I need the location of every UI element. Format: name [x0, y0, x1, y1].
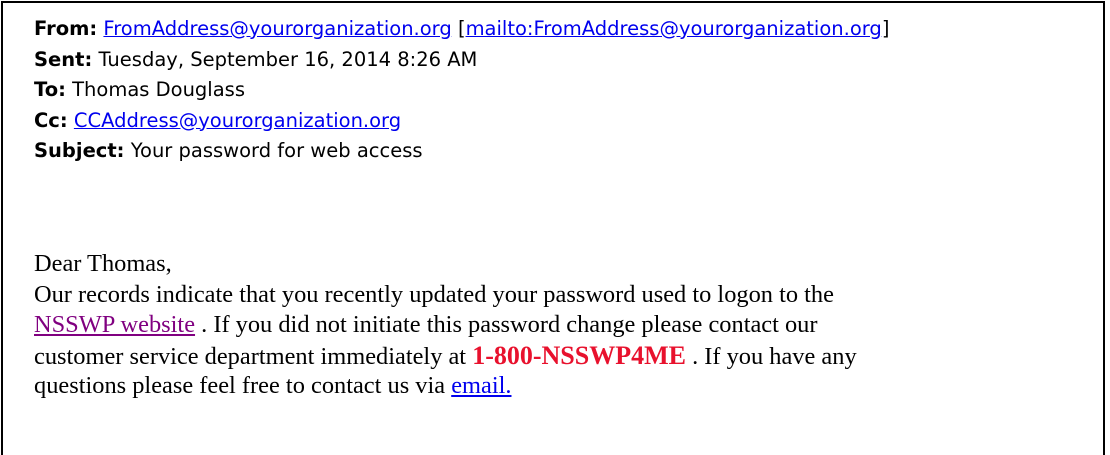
from-mailto-close-bracket: ]: [881, 17, 890, 40]
body-line-3-rest: . If you have any: [685, 342, 857, 370]
from-label: From:: [34, 17, 98, 40]
body-line-2: NSSWP website . If you did not initiate …: [34, 310, 1099, 341]
to-line: To: Thomas Douglass: [34, 75, 889, 106]
body-line-1: Our records indicate that you recently u…: [34, 280, 834, 308]
subject-line: Subject: Your password for web access: [34, 136, 889, 167]
sent-line: Sent: Tuesday, September 16, 2014 8:26 A…: [34, 45, 889, 76]
from-mailto-open-bracket: [: [457, 17, 466, 40]
from-line: From: FromAddress@yourorganization.org […: [34, 14, 889, 45]
email-link[interactable]: email.: [451, 372, 511, 399]
body-line-4: questions please feel free to contact us…: [34, 371, 1099, 402]
phone-number: 1-800-NSSWP4ME: [472, 340, 686, 370]
from-mailto-link[interactable]: mailto:FromAddress@yourorganization.org: [466, 17, 882, 40]
subject-value: Your password for web access: [130, 139, 423, 162]
body-line-3: customer service department immediately …: [34, 341, 1099, 372]
greeting: Dear Thomas,: [34, 250, 172, 277]
sent-label: Sent:: [34, 47, 93, 71]
website-link[interactable]: NSSWP website: [34, 311, 195, 338]
cc-line: Cc: CCAddress@yourorganization.org: [34, 106, 889, 137]
to-label: To:: [34, 78, 66, 101]
to-value: Thomas Douglass: [72, 78, 245, 101]
cc-label: Cc:: [34, 108, 68, 132]
body-line-3-text: customer service department immediately …: [34, 342, 473, 370]
cc-address-link[interactable]: CCAddress@yourorganization.org: [74, 109, 401, 132]
email-body: Dear Thomas, Our records indicate that y…: [34, 249, 1099, 402]
body-line-4-text: questions please feel free to contact us…: [34, 372, 452, 399]
subject-label: Subject:: [34, 139, 125, 162]
email-header: From: FromAddress@yourorganization.org […: [34, 14, 889, 167]
sent-value: Tuesday, September 16, 2014 8:26 AM: [98, 47, 478, 71]
from-address-link[interactable]: FromAddress@yourorganization.org: [103, 17, 451, 40]
body-line-2-text: . If you did not initiate this password …: [195, 311, 818, 338]
email-message: From: FromAddress@yourorganization.org […: [1, 1, 1105, 455]
